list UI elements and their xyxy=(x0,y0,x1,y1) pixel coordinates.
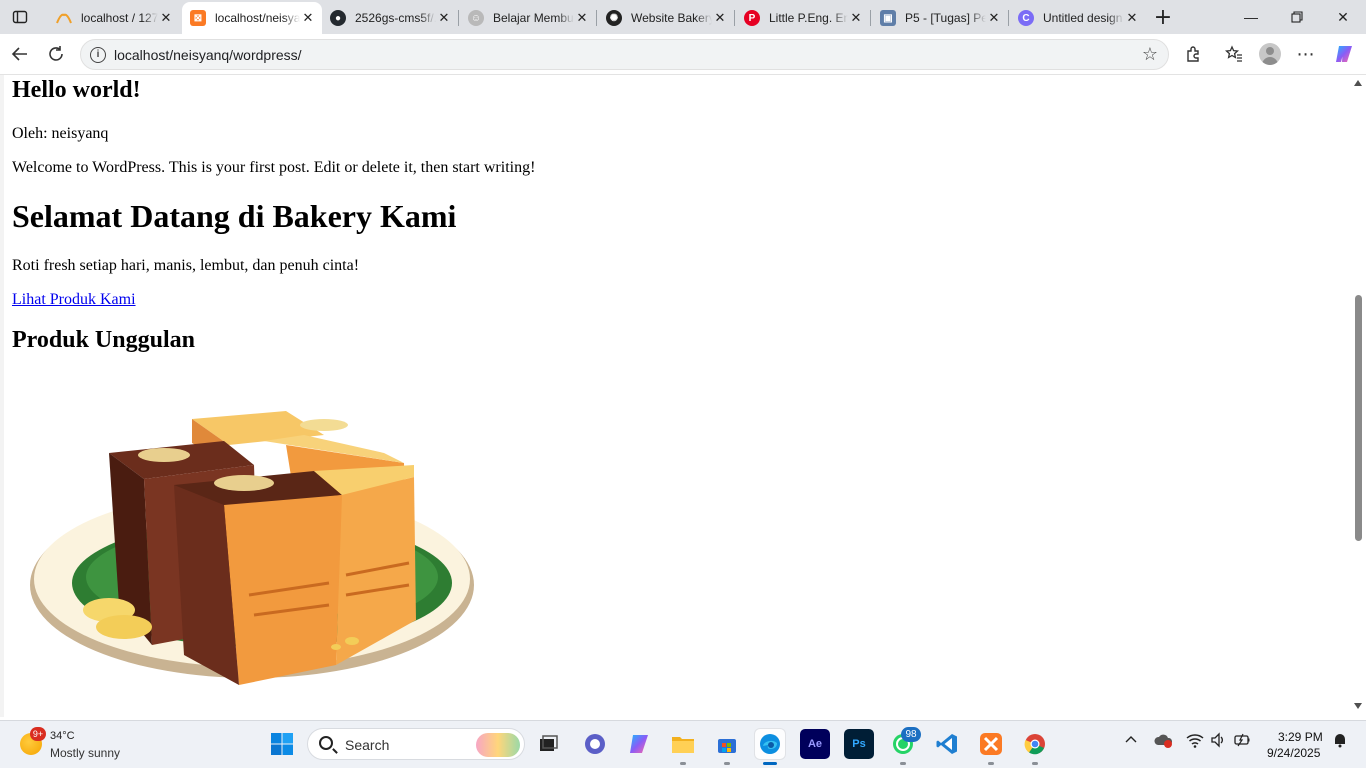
close-icon[interactable]: ✕ xyxy=(986,10,1002,26)
refresh-button[interactable] xyxy=(41,40,71,68)
scroll-down-arrow-icon[interactable] xyxy=(1354,703,1362,709)
scroll-up-arrow-icon[interactable] xyxy=(1354,80,1362,86)
tab-github[interactable]: ● 2526gs-cms5f/... ✕ xyxy=(322,4,458,32)
taskbar-search-input[interactable]: Search xyxy=(307,728,525,760)
weather-description[interactable]: Mostly sunny xyxy=(50,746,120,760)
tab-canva[interactable]: C Untitled design ✕ xyxy=(1010,4,1146,32)
classroom-icon: ▣ xyxy=(880,10,896,26)
tab-title: Untitled design xyxy=(1043,11,1123,25)
tab-wordpress[interactable]: ⊠ localhost/neisyanq/wordpress/ ✕ xyxy=(182,2,322,34)
microsoft-store-icon[interactable] xyxy=(712,729,742,765)
copilot-icon[interactable] xyxy=(1329,40,1359,68)
close-icon[interactable]: ✕ xyxy=(848,10,864,26)
new-tab-button[interactable]: + xyxy=(1150,5,1176,30)
after-effects-icon[interactable]: Ae xyxy=(800,729,830,759)
page-viewport: Hello world! Oleh: neisyanq Welcome to W… xyxy=(0,75,1366,717)
browser-toolbar: i localhost/neisyanq/wordpress/ ☆ ⋯ xyxy=(0,34,1366,75)
xampp-taskbar-icon[interactable] xyxy=(976,729,1006,765)
tab-separator xyxy=(458,10,459,26)
task-view-icon[interactable] xyxy=(533,729,563,759)
tab-separator xyxy=(1008,10,1009,26)
start-button[interactable] xyxy=(267,729,297,759)
vscode-icon[interactable] xyxy=(932,729,962,759)
post-title: Hello world! xyxy=(12,77,141,103)
volume-icon[interactable] xyxy=(1210,732,1226,751)
close-window-button[interactable]: ✕ xyxy=(1320,0,1366,34)
featured-products-heading: Produk Unggulan xyxy=(12,327,195,353)
tab-separator xyxy=(596,10,597,26)
close-icon[interactable]: ✕ xyxy=(300,10,316,26)
close-icon[interactable]: ✕ xyxy=(158,10,174,26)
post-byline: Oleh: neisyanq xyxy=(12,125,109,142)
windows-taskbar: 9+ 34°C Mostly sunny Search Ae Ps 98 3:2… xyxy=(0,720,1366,768)
close-icon[interactable]: ✕ xyxy=(436,10,452,26)
clock-date[interactable]: 9/24/2025 xyxy=(1267,746,1320,760)
hero-title: Selamat Datang di Bakery Kami xyxy=(12,198,457,234)
weather-badge: 9+ xyxy=(30,727,46,741)
search-icon xyxy=(319,736,333,750)
hero-tagline: Roti fresh setiap hari, manis, lembut, d… xyxy=(12,257,360,274)
xampp-icon: ⊠ xyxy=(190,10,206,26)
weather-temperature[interactable]: 34°C xyxy=(50,730,75,742)
page-scrollbar[interactable] xyxy=(1350,75,1366,717)
notification-bell-icon[interactable] xyxy=(1332,732,1348,751)
copilot-taskbar-icon[interactable] xyxy=(624,729,654,759)
address-bar[interactable]: i localhost/neisyanq/wordpress/ ☆ xyxy=(80,39,1169,70)
close-icon[interactable]: ✕ xyxy=(574,10,590,26)
file-explorer-icon[interactable] xyxy=(668,729,698,765)
whatsapp-unread-badge: 98 xyxy=(901,727,921,742)
tab-strip: localhost / 127.0.0.1 ✕ ⊠ localhost/neis… xyxy=(0,0,1366,34)
minimize-button[interactable]: — xyxy=(1228,0,1274,34)
chrome-icon[interactable] xyxy=(1020,729,1050,765)
edge-icon[interactable] xyxy=(755,729,785,765)
restore-button[interactable] xyxy=(1274,0,1320,34)
phpmyadmin-icon xyxy=(56,10,72,26)
clock-time[interactable]: 3:29 PM xyxy=(1278,730,1323,744)
tab-title: P5 - [Tugas] Pe... xyxy=(905,11,986,25)
photoshop-icon[interactable]: Ps xyxy=(844,729,874,759)
favorites-icon[interactable] xyxy=(1219,40,1249,68)
tab-classroom[interactable]: ▣ P5 - [Tugas] Pe... ✕ xyxy=(872,4,1008,32)
onedrive-icon[interactable] xyxy=(1154,732,1174,751)
tab-title: localhost / 127.0.0.1 xyxy=(81,11,158,25)
search-label: Search xyxy=(345,737,390,753)
chevron-up-icon[interactable] xyxy=(1124,733,1138,750)
wifi-icon[interactable] xyxy=(1186,732,1204,751)
chat-app-icon[interactable] xyxy=(580,729,610,759)
scrollbar-thumb[interactable] xyxy=(1355,295,1362,541)
tab-title: Little P.Eng. Engineering xyxy=(769,11,848,25)
tab-belajar[interactable]: ☺ Belajar Membuat... ✕ xyxy=(460,4,596,32)
tab-website-bakery[interactable]: ✺ Website Bakery ✕ xyxy=(598,4,734,32)
search-highlight-image xyxy=(476,733,520,757)
close-icon[interactable]: ✕ xyxy=(712,10,728,26)
canva-icon: C xyxy=(1018,10,1034,26)
pinterest-icon: P xyxy=(744,10,760,26)
tab-separator xyxy=(734,10,735,26)
close-icon[interactable]: ✕ xyxy=(1124,10,1140,26)
tab-title: localhost/neisyanq/wordpress/ xyxy=(215,11,300,25)
face-icon: ☺ xyxy=(468,10,484,26)
chatgpt-icon: ✺ xyxy=(606,10,622,26)
url-text[interactable]: localhost/neisyanq/wordpress/ xyxy=(114,47,302,63)
tab-pinterest[interactable]: P Little P.Eng. Engineering ✕ xyxy=(736,4,870,32)
view-products-link[interactable]: Lihat Produk Kami xyxy=(12,291,136,309)
tab-phpmyadmin[interactable]: localhost / 127.0.0.1 ✕ xyxy=(48,4,180,32)
post-excerpt: Welcome to WordPress. This is your first… xyxy=(12,159,536,176)
site-info-icon[interactable]: i xyxy=(90,47,106,63)
battery-icon[interactable] xyxy=(1233,732,1251,751)
tab-title: Belajar Membuat... xyxy=(493,11,574,25)
tab-actions-icon[interactable] xyxy=(7,5,33,29)
back-button[interactable] xyxy=(5,40,35,68)
more-menu-icon[interactable]: ⋯ xyxy=(1291,40,1321,68)
tab-title: Website Bakery xyxy=(631,11,712,25)
tab-title: 2526gs-cms5f/... xyxy=(355,11,436,25)
profile-avatar[interactable] xyxy=(1259,43,1281,65)
github-icon: ● xyxy=(330,10,346,26)
favorite-star-icon[interactable]: ☆ xyxy=(1142,44,1158,65)
bakery-product-image xyxy=(30,411,474,685)
extensions-icon[interactable] xyxy=(1178,40,1208,68)
tab-separator xyxy=(870,10,871,26)
